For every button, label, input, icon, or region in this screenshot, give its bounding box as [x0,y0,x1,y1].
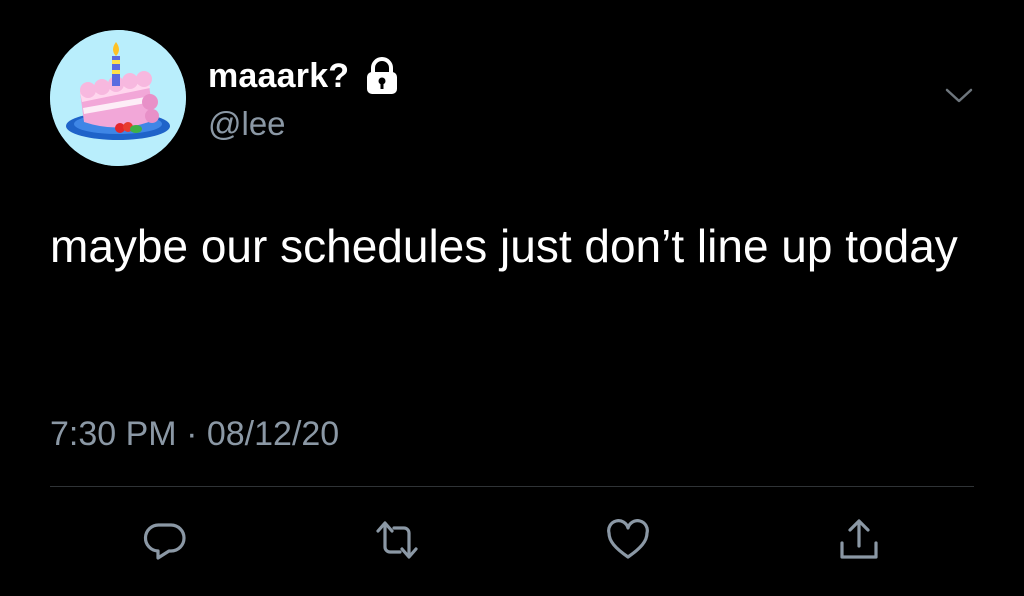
retweet-icon [376,521,418,559]
reply-icon [143,523,186,560]
chevron-down-icon[interactable] [944,86,974,106]
heart-icon [607,519,649,559]
meta-separator: · [186,415,198,453]
reply-button[interactable] [142,516,190,564]
lock-icon [363,56,401,96]
display-name[interactable]: maaark? [208,56,349,96]
tweet-text: maybe our schedules just don’t line up t… [50,220,958,272]
handle[interactable]: @lee [208,104,286,144]
tweet-date: 08/12/20 [206,415,340,453]
avatar[interactable] [50,30,186,166]
share-icon [840,519,878,559]
retweet-button[interactable] [373,516,421,564]
share-button[interactable] [835,516,883,564]
tweet-timestamp[interactable]: 7:30 PM · 08/12/20 [50,412,339,456]
birthday-cake-icon [50,30,186,166]
author-row: maaark? [208,56,401,96]
tweet-card: maaark? @lee maybe our schedules just do… [0,0,1024,596]
tweet-time: 7:30 PM [50,415,177,453]
like-button[interactable] [604,516,652,564]
divider [50,486,974,487]
